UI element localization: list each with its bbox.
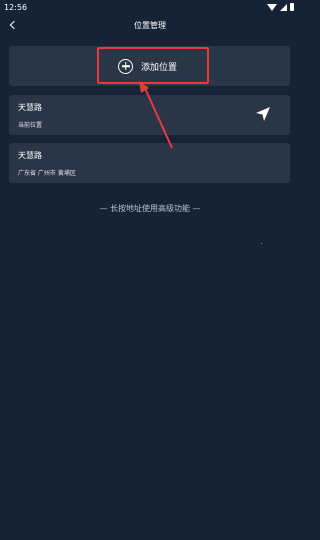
long-press-hint: — 长按地址使用高级功能 — — [99, 204, 201, 213]
location-detail: 当前位置 — [18, 122, 43, 129]
add-circle-icon — [118, 58, 133, 74]
battery-icon — [290, 3, 294, 11]
status-icons — [267, 3, 294, 11]
location-item-saved[interactable]: 天慧路 广东省 广州市 黄埔区 — [9, 143, 290, 183]
page-title: 位置管理 — [134, 20, 166, 30]
wifi-icon — [267, 3, 277, 11]
navigation-arrow-icon[interactable] — [255, 106, 271, 122]
back-icon — [9, 20, 18, 30]
status-bar: 12:56 — [0, 0, 300, 14]
signal-icon — [280, 3, 287, 11]
decorative-dot — [261, 243, 262, 244]
status-time: 12:56 — [4, 2, 28, 12]
location-name: 天慧路 — [18, 151, 42, 160]
add-location-label: 添加位置 — [141, 62, 178, 73]
location-item-current[interactable]: 天慧路 当前位置 — [9, 95, 290, 135]
add-location-button[interactable]: 添加位置 — [118, 57, 177, 75]
app-bar: 位置管理 — [0, 14, 300, 36]
location-detail: 广东省 广州市 黄埔区 — [18, 170, 76, 177]
location-name: 天慧路 — [18, 103, 42, 112]
back-button[interactable] — [6, 19, 18, 31]
